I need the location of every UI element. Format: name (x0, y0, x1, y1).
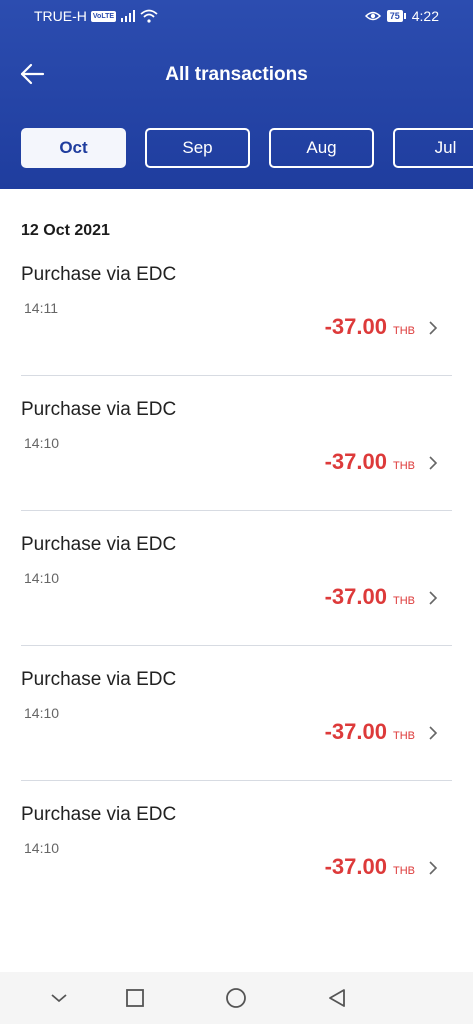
transaction-amount: -37.00 THB (325, 584, 415, 610)
transaction-time: 14:11 (24, 300, 58, 316)
tab-oct[interactable]: Oct (21, 128, 126, 168)
page-title: All transactions (165, 64, 308, 85)
carrier-label: TRUE-H (34, 8, 87, 24)
transaction-amount: -37.00 THB (325, 719, 415, 745)
status-bar: TRUE-H VoLTE 75 4:22 (0, 0, 473, 34)
eye-icon (364, 11, 381, 21)
date-group-header: 12 Oct 2021 (21, 222, 110, 239)
system-nav-bar (0, 972, 473, 1024)
transaction-amount: -37.00 THB (325, 854, 415, 880)
amount-value: -37.00 (324, 719, 387, 744)
circle-icon[interactable] (224, 986, 248, 1010)
chevron-right-icon (429, 861, 438, 875)
tab-sep[interactable]: Sep (145, 128, 250, 168)
amount-value: -37.00 (324, 449, 387, 474)
transaction-row[interactable]: Purchase via EDC 14:10 -37.00 THB (0, 669, 473, 804)
amount-currency: THB (393, 325, 415, 337)
chevron-down-icon[interactable] (47, 986, 71, 1010)
chevron-right-icon (429, 726, 438, 740)
amount-currency: THB (393, 730, 415, 742)
transaction-row[interactable]: Purchase via EDC 14:10 -37.00 THB (0, 804, 473, 939)
amount-value: -37.00 (324, 314, 387, 339)
clock: 4:22 (411, 8, 439, 24)
transaction-title: Purchase via EDC (21, 399, 177, 420)
amount-currency: THB (393, 865, 415, 877)
transaction-amount: -37.00 THB (325, 314, 415, 340)
divider (21, 645, 452, 646)
transaction-title: Purchase via EDC (21, 264, 177, 285)
chevron-right-icon (429, 591, 438, 605)
tab-jul[interactable]: Jul (393, 128, 473, 168)
transaction-amount: -37.00 THB (325, 449, 415, 475)
transaction-row[interactable]: Purchase via EDC 14:11 -37.00 THB (0, 264, 473, 399)
transaction-row[interactable]: Purchase via EDC 14:10 -37.00 THB (0, 534, 473, 669)
month-tabs: Oct Sep Aug Jul (0, 128, 473, 170)
transaction-time: 14:10 (24, 570, 60, 586)
transaction-title: Purchase via EDC (21, 669, 177, 690)
divider (21, 375, 452, 376)
status-right: 75 4:22 (364, 8, 439, 24)
amount-value: -37.00 (324, 854, 387, 879)
amount-currency: THB (393, 460, 415, 472)
tab-aug[interactable]: Aug (269, 128, 374, 168)
divider (21, 510, 452, 511)
battery-icon: 75 (386, 10, 406, 22)
chevron-right-icon (429, 456, 438, 470)
divider (21, 780, 452, 781)
transaction-row[interactable]: Purchase via EDC 14:10 -37.00 THB (0, 399, 473, 534)
app-header: TRUE-H VoLTE 75 4:22 All transactions Oc… (0, 0, 473, 189)
transaction-title: Purchase via EDC (21, 534, 177, 555)
transaction-time: 14:10 (24, 840, 60, 856)
battery-level: 75 (386, 10, 403, 22)
amount-value: -37.00 (324, 584, 387, 609)
wifi-icon (140, 9, 158, 23)
amount-currency: THB (393, 595, 415, 607)
triangle-back-icon[interactable] (325, 986, 349, 1010)
transaction-time: 14:10 (24, 705, 60, 721)
square-icon[interactable] (123, 986, 147, 1010)
signal-icon (121, 10, 136, 22)
transaction-time: 14:10 (24, 435, 60, 451)
status-left: TRUE-H VoLTE (34, 8, 158, 24)
transaction-title: Purchase via EDC (21, 804, 177, 825)
chevron-right-icon (429, 321, 438, 335)
volte-badge: VoLTE (90, 10, 117, 22)
